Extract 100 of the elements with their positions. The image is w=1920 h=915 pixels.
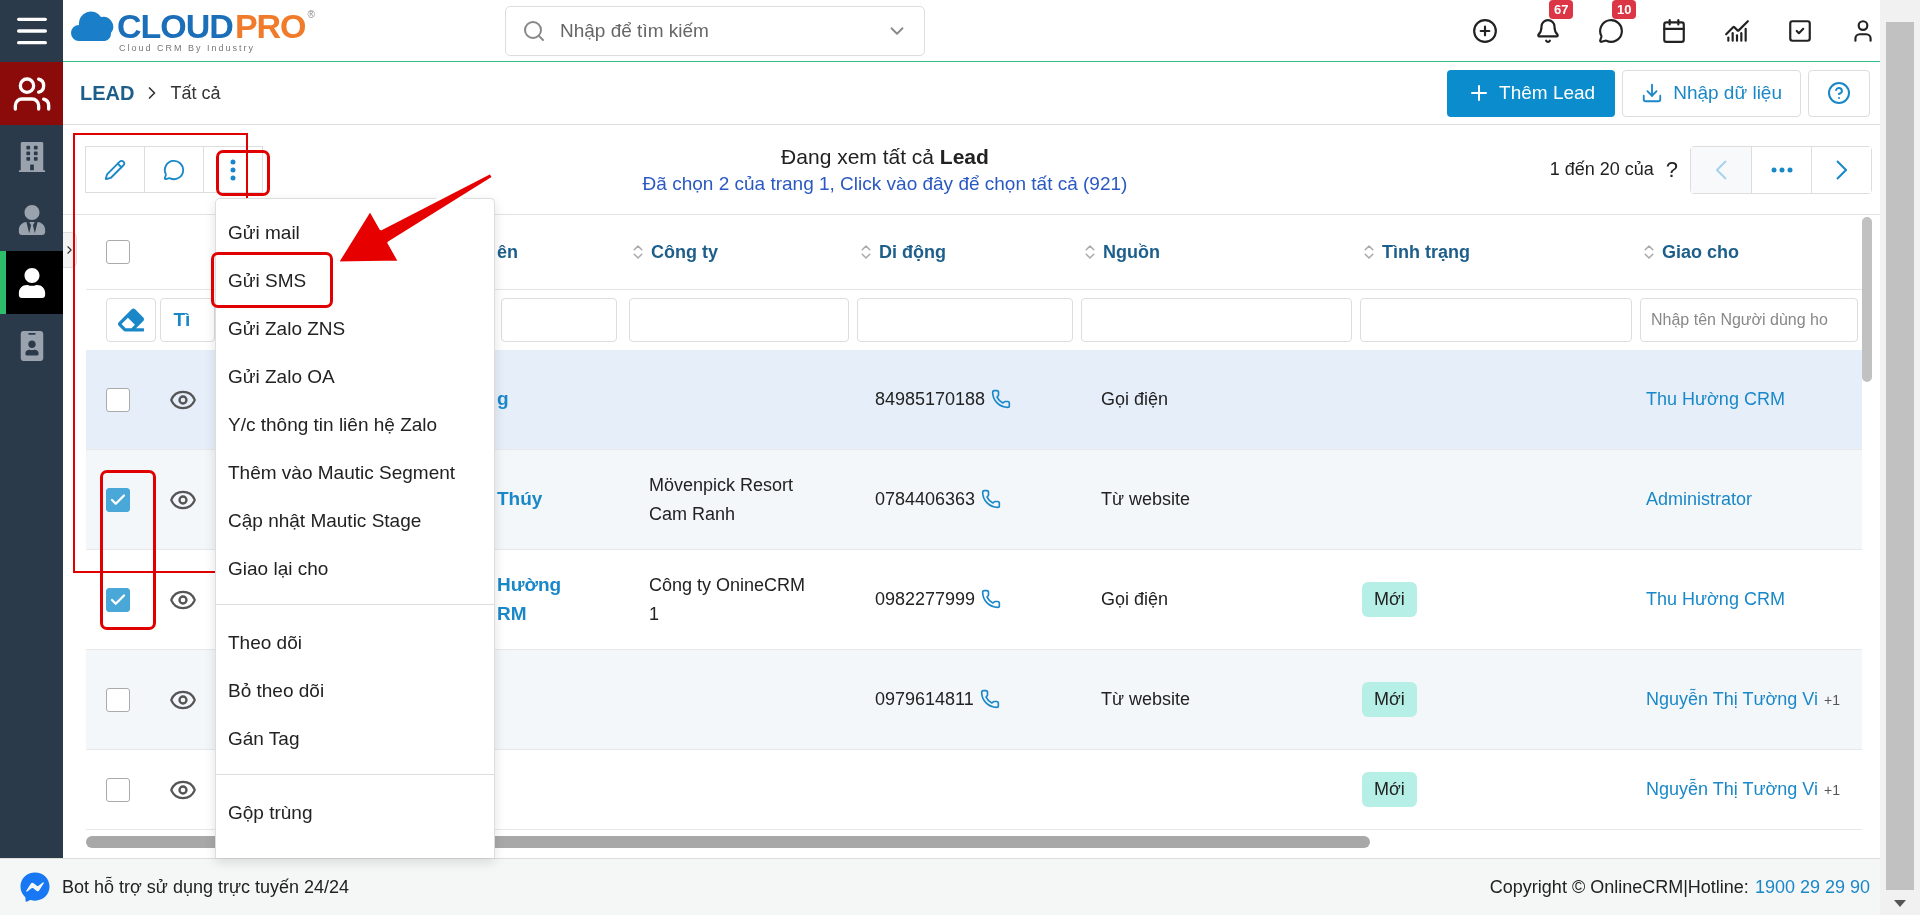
logo-tagline: Cloud CRM By Industry (119, 42, 257, 53)
menu-item[interactable]: Gửi SMS (216, 257, 319, 305)
menu-item[interactable]: Gửi Zalo ZNS (216, 305, 358, 353)
select-all-link[interactable]: Đã chọn 2 của trang 1, Click vào đây để chọn tất cả (921) (642, 172, 1128, 195)
column-header[interactable]: ên (497, 241, 518, 263)
company-text: Mövenpick Resort (649, 473, 795, 497)
filter-input[interactable] (629, 298, 849, 342)
assignee-filter-input[interactable]: Nhập tên Người dùng ho (1640, 298, 1858, 342)
search-input[interactable]: Nhập để tìm kiếm (558, 18, 874, 43)
assignee-link[interactable]: Thu Hường CRM (1646, 589, 1785, 610)
page-scrollbar[interactable] (1880, 0, 1920, 915)
total-count[interactable]: ? (1665, 156, 1678, 183)
select-all-checkbox[interactable] (106, 240, 130, 264)
phone-icon[interactable] (981, 489, 1002, 510)
vertical-scrollbar[interactable] (1862, 217, 1872, 382)
menu-item[interactable]: Giao lại cho (216, 545, 341, 593)
lead-name-link[interactable]: Hường (497, 571, 625, 600)
status-tag: Mới (1362, 582, 1417, 617)
column-header[interactable]: Di động (879, 241, 946, 263)
assignee-link[interactable]: Nguyễn Thị Tường Vi (1646, 779, 1818, 800)
menu-item[interactable]: Cập nhật Mautic Stage (216, 497, 434, 545)
sidebar-item[interactable] (0, 251, 63, 314)
phone-number: 84985170188 (875, 388, 986, 412)
checkbox-icon[interactable] (1787, 17, 1813, 44)
plus-circle-icon[interactable] (1472, 17, 1498, 44)
chevron-left-icon (1715, 159, 1727, 180)
phone-icon[interactable] (981, 589, 1002, 610)
source-text: Gọi điện (1101, 388, 1169, 412)
bot-support-text: Bot hỗ trợ sử dụng trực tuyến 24/24 (62, 876, 350, 898)
column-header[interactable]: Tình trạng (1382, 241, 1470, 263)
row-checkbox[interactable] (106, 777, 130, 802)
viewing-label: Đang xem tất cả Lead (781, 144, 989, 169)
menu-item[interactable]: Gán Tag (216, 715, 312, 763)
count-badge: 67 (1549, 0, 1574, 19)
person-icon (16, 267, 47, 298)
source-text: Từ website (1101, 688, 1191, 712)
menu-item[interactable]: Theo dõi (216, 619, 314, 667)
menu-item[interactable]: Bỏ theo dõi (216, 667, 337, 715)
chat-bubble-icon (163, 158, 185, 181)
lead-name-link[interactable]: g (497, 385, 625, 414)
hotline-link[interactable]: 1900 29 29 90 (1754, 876, 1870, 898)
bell-icon[interactable] (1535, 17, 1561, 44)
column-header[interactable]: Nguồn (1103, 241, 1160, 263)
phone-icon[interactable] (991, 389, 1012, 410)
row-checkbox[interactable] (106, 587, 130, 612)
filter-input[interactable] (501, 298, 617, 342)
menu-item[interactable]: Gửi mail (216, 209, 312, 257)
help-icon (1827, 81, 1851, 105)
import-button[interactable]: Nhập dữ liệu (1622, 69, 1801, 117)
search-button[interactable]: Tì (160, 298, 215, 342)
status-tag: Mới (1362, 772, 1417, 807)
filter-input[interactable] (1081, 298, 1352, 342)
search-icon (522, 18, 546, 43)
download-icon (1641, 82, 1664, 104)
assignee-link[interactable]: Administrator (1646, 489, 1753, 510)
breadcrumb-link[interactable]: LEAD (80, 81, 135, 105)
chat-bubble-icon[interactable] (1598, 17, 1624, 44)
comment-button[interactable] (144, 146, 204, 193)
eraser-icon (118, 307, 145, 333)
filter-input[interactable] (1360, 298, 1632, 342)
menu-item[interactable]: Thêm vào Mautic Segment (216, 449, 468, 497)
lead-name-link[interactable]: Thúy (497, 485, 625, 514)
row-checkbox[interactable] (106, 487, 130, 512)
registered-mark: ® (307, 8, 315, 20)
kebab-icon (230, 158, 236, 181)
edit-button[interactable] (85, 146, 145, 193)
status-tag: Mới (1362, 682, 1417, 717)
chevron-right-icon (1836, 159, 1847, 180)
lead-name-link[interactable]: RM (497, 599, 625, 628)
row-checkbox[interactable] (106, 687, 130, 712)
copyright-text: Copyright © OnlineCRM|Hotline: (1489, 876, 1749, 898)
search-bar[interactable]: Nhập để tìm kiếm (505, 5, 925, 56)
chart-icon[interactable] (1724, 17, 1750, 44)
company-text: Cam Ranh (649, 502, 737, 526)
column-header[interactable]: Công ty (651, 241, 718, 263)
more-count: +1 (1823, 691, 1840, 708)
phone-icon[interactable] (979, 689, 1000, 710)
pencil-icon (104, 158, 126, 181)
menu-item[interactable]: Gộp trùng (216, 789, 325, 837)
menu-item[interactable]: Gửi Zalo OA (216, 353, 347, 401)
help-button[interactable] (1808, 69, 1870, 117)
add-lead-button[interactable]: Thêm Lead (1447, 69, 1616, 117)
column-header[interactable]: Giao cho (1662, 241, 1739, 263)
count-badge: 10 (1612, 0, 1637, 19)
source-text: Từ website (1101, 488, 1191, 512)
sidebar-item[interactable] (0, 62, 63, 125)
phone-number: 0979614811 (875, 688, 974, 712)
cloud-logo-icon (71, 8, 115, 43)
company-text: Công ty OnineCRM (649, 573, 807, 597)
clear-filter-button[interactable] (106, 298, 157, 342)
company-text: 1 (649, 602, 660, 626)
row-checkbox[interactable] (106, 387, 130, 412)
more-count: +1 (1823, 781, 1840, 798)
calendar-icon[interactable] (1661, 17, 1687, 44)
menu-item[interactable]: Y/c thông tin liên hệ Zalo (216, 401, 450, 449)
assignee-link[interactable]: Nguyễn Thị Tường Vi (1646, 689, 1818, 710)
page-range: 1 đến 20 của (1549, 159, 1654, 180)
breadcrumb-current: Tất cả (170, 82, 221, 104)
ellipsis-icon (1770, 166, 1793, 173)
filter-input[interactable] (857, 298, 1073, 342)
